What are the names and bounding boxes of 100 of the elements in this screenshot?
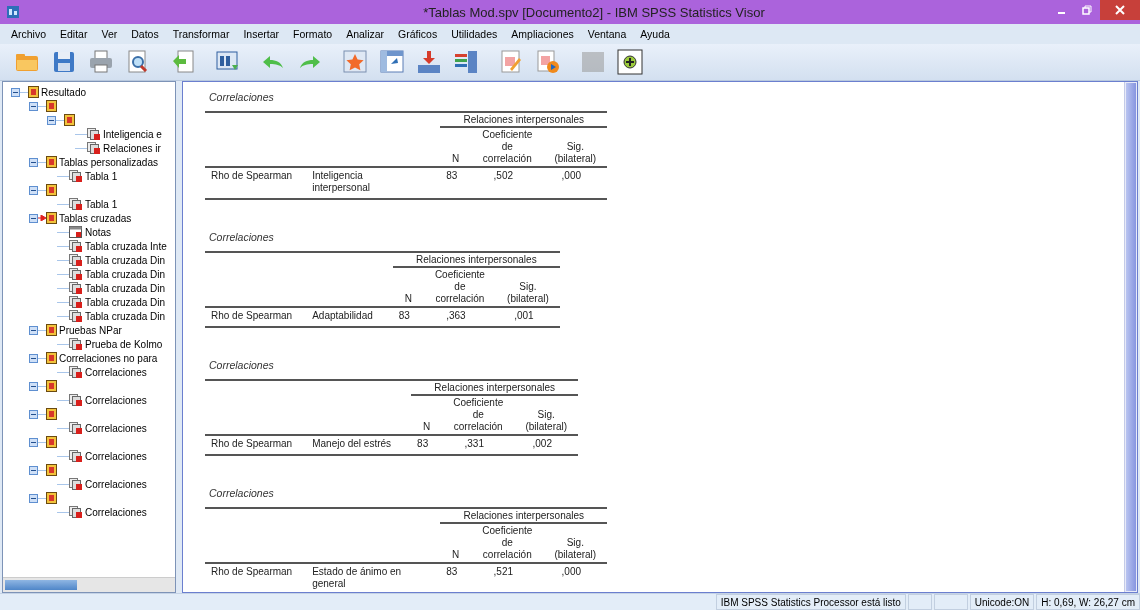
menu-item[interactable]: Insertar [236, 28, 287, 40]
column-group-header: Relaciones interpersonales [416, 254, 537, 265]
table-cell: ,000 [561, 566, 582, 577]
table-title: Correlaciones [208, 358, 275, 373]
collapse-icon[interactable] [29, 437, 38, 447]
table-cell-text: Estado de ánimo en general [312, 566, 403, 590]
table-icon [69, 254, 83, 266]
collapse-icon[interactable] [11, 87, 20, 97]
tree-item[interactable]: Tabla cruzada Din [85, 296, 166, 308]
menu-item[interactable]: Datos [124, 28, 166, 40]
close-button[interactable] [1100, 0, 1140, 20]
table-title: Correlaciones [208, 90, 275, 105]
menu-item[interactable]: Editar [53, 28, 95, 40]
menu-item[interactable]: Archivo [4, 28, 53, 40]
table-cell: 83 [446, 566, 458, 577]
book-icon [46, 408, 57, 420]
column-header: Sig. (bilateral) [553, 141, 598, 165]
collapse-icon[interactable] [29, 465, 38, 475]
table-cell: ,502 [493, 170, 514, 181]
tree-item[interactable]: Prueba de Kolmo [85, 338, 163, 350]
tree-item[interactable]: Tabla cruzada Din [85, 282, 166, 294]
vertical-scrollbar[interactable] [1124, 82, 1137, 592]
table-icon [69, 198, 83, 210]
book-icon [46, 184, 57, 196]
table-icon [69, 170, 83, 182]
table-icon [379, 49, 405, 75]
tree-item[interactable]: Correlaciones [85, 478, 147, 490]
collapse-icon[interactable] [29, 381, 38, 391]
menu-item[interactable]: Formato [286, 28, 340, 40]
tree-item[interactable]: Tablas personalizadas [59, 156, 158, 168]
tree-item[interactable]: Correlaciones [85, 394, 147, 406]
table-icon [69, 506, 83, 518]
tree-item[interactable]: Correlaciones [85, 506, 147, 518]
collapse-icon[interactable] [29, 185, 38, 195]
tree-item[interactable]: Tabla cruzada Din [85, 268, 166, 280]
collapse-icon[interactable] [29, 101, 38, 111]
tree-item[interactable]: Correlaciones [85, 366, 147, 378]
tree-item[interactable]: Correlaciones [85, 450, 147, 462]
menu-item[interactable]: Ampliaciones [504, 28, 581, 40]
table-cell: 83 [446, 170, 458, 181]
tree-item[interactable]: Tabla cruzada Inte [85, 240, 167, 252]
book-icon [46, 464, 57, 476]
star-table-icon [342, 49, 368, 75]
column-header: Coeficiente de correlación [433, 269, 486, 305]
table-cell: Adaptabilidad [312, 310, 373, 322]
table-title: Correlaciones [208, 230, 275, 245]
printer-icon [88, 49, 114, 75]
tree-item[interactable]: Correlaciones [85, 422, 147, 434]
tree-item[interactable]: Relaciones ir [103, 142, 161, 154]
column-header: Sig. (bilateral) [524, 409, 569, 433]
book-icon [46, 380, 57, 392]
tree-item[interactable]: Tablas cruzadas [59, 212, 132, 224]
down-arrow-table-icon [416, 49, 442, 75]
tree-item[interactable]: Tabla cruzada Din [85, 310, 166, 322]
collapse-icon[interactable] [29, 157, 38, 167]
menu-item[interactable]: Ayuda [633, 28, 677, 40]
menu-item[interactable]: Ventana [580, 28, 634, 40]
menu-item[interactable]: Utilidades [444, 28, 505, 40]
encoding-status: Unicode:ON [969, 594, 1035, 610]
collapse-icon[interactable] [47, 115, 56, 125]
book-icon [46, 100, 57, 112]
tree-item[interactable]: Resultado [41, 86, 87, 98]
book-icon [46, 156, 57, 168]
book-icon [46, 324, 57, 336]
tree-item[interactable]: Notas [85, 226, 112, 238]
blank-square-icon [580, 49, 606, 75]
horizontal-scrollbar[interactable] [3, 577, 175, 592]
status-message: IBM SPSS Statistics Processor está listo [715, 594, 906, 610]
menu-item[interactable]: Gráficos [391, 28, 445, 40]
tree-item[interactable]: Inteligencia e [103, 128, 162, 140]
menu-item[interactable]: Ver [94, 28, 125, 40]
restore-icon [1082, 5, 1092, 15]
tree-item[interactable]: Tabla 1 [85, 198, 118, 210]
column-header: N [423, 421, 431, 433]
collapse-icon[interactable] [29, 493, 38, 503]
collapse-icon[interactable] [29, 325, 38, 335]
collapse-icon[interactable] [29, 409, 38, 419]
menu-item[interactable]: Transformar [165, 28, 237, 40]
toolbar-button[interactable] [615, 47, 645, 77]
table-icon [69, 394, 83, 406]
book-icon [46, 212, 57, 224]
table-icon [87, 128, 101, 140]
table-cell: Manejo del estrés [312, 438, 392, 450]
table-cell: Rho de Spearman [211, 438, 293, 449]
menu-item[interactable]: Analizar [339, 28, 392, 40]
table-icon [69, 268, 83, 280]
table-cell: 83 [417, 438, 429, 449]
collapse-icon[interactable] [29, 353, 38, 363]
table-cell: ,002 [532, 438, 552, 449]
table-icon [69, 366, 83, 378]
column-group-header: Relaciones interpersonales [463, 510, 585, 521]
tree-item[interactable]: Correlaciones no para [59, 352, 158, 364]
column-group-header: Relaciones interpersonales [434, 382, 555, 393]
collapse-icon[interactable] [29, 213, 38, 223]
tree-item[interactable]: Pruebas NPar [59, 324, 122, 336]
tree-item[interactable]: Tabla cruzada Din [85, 254, 166, 266]
page-arrow-icon [170, 49, 196, 75]
play-page-icon [535, 49, 561, 75]
tree-item[interactable]: Tabla 1 [85, 170, 118, 182]
notes-icon [69, 226, 83, 238]
